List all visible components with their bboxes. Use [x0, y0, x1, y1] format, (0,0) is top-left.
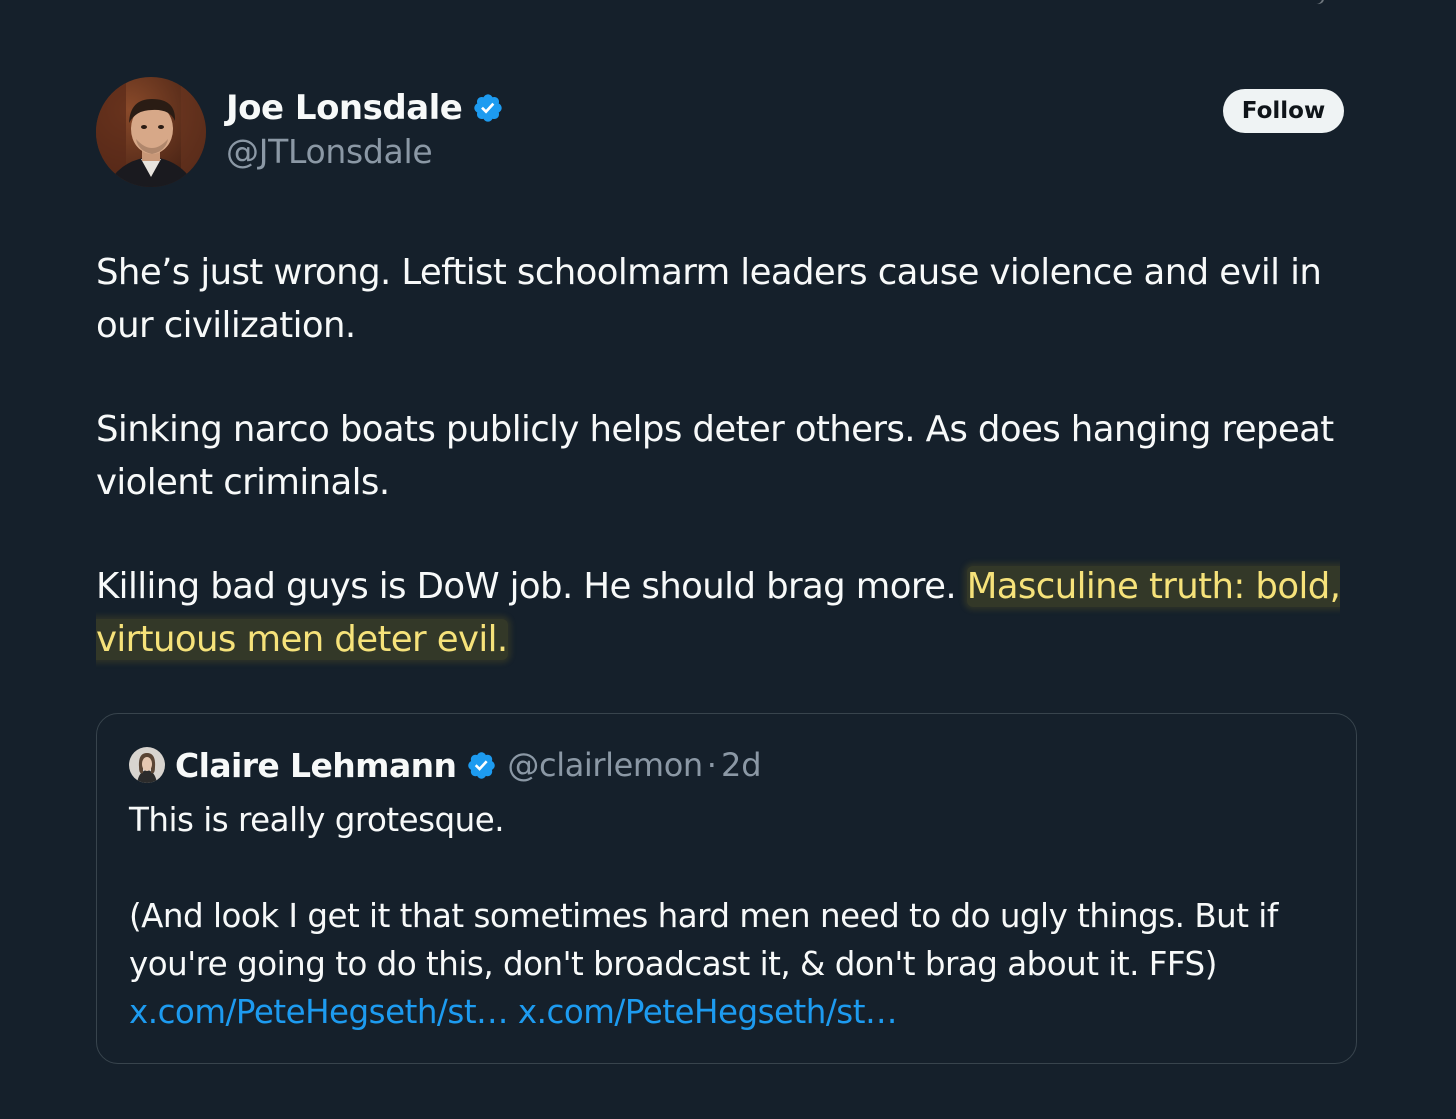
quoted-link-2[interactable]: x.com/PeteHegseth/st… [518, 993, 898, 1031]
tweet-text: She’s just wrong. Leftist schoolmarm lea… [96, 246, 1358, 717]
quoted-paragraph-2: (And look I get it that sometimes hard m… [129, 892, 1309, 1036]
verified-badge-icon [474, 94, 503, 122]
tweet-paragraph-1: She’s just wrong. Leftist schoolmarm lea… [96, 252, 1322, 346]
quoted-tweet-header: Claire Lehmann @clairlemon · 2d [129, 742, 762, 788]
quoted-paragraph-1: This is really grotesque. [129, 801, 505, 839]
tweet-page: Joe Lonsdale @JTLonsdale Follow She’s ju… [0, 0, 1456, 1119]
author-name-row: Joe Lonsdale [226, 88, 504, 128]
author-name[interactable]: Joe Lonsdale [226, 88, 463, 128]
quoted-tweet-time[interactable]: 2d [721, 746, 762, 784]
quoted-link-1[interactable]: x.com/PeteHegseth/st… [129, 993, 509, 1031]
quoted-author-avatar[interactable] [129, 747, 165, 783]
author-handle[interactable]: @JTLonsdale [226, 132, 433, 171]
follow-button[interactable]: Follow [1223, 89, 1344, 133]
tweet-paragraph-3: Killing bad guys is DoW job. He should b… [96, 560, 1358, 666]
author-avatar[interactable] [96, 77, 206, 187]
separator-dot: · [706, 746, 717, 784]
corner-fragment [1310, 0, 1326, 6]
tweet-paragraph-2: Sinking narco boats publicly helps deter… [96, 409, 1334, 503]
quoted-tweet-card[interactable]: Claire Lehmann @clairlemon · 2d This is … [96, 713, 1357, 1064]
quoted-author-name[interactable]: Claire Lehmann [175, 746, 457, 785]
quoted-tweet-text: This is really grotesque. (And look I ge… [129, 796, 1309, 1036]
tweet-paragraph-3-plain: Killing bad guys is DoW job. He should b… [96, 566, 957, 607]
quoted-paragraph-2-text: (And look I get it that sometimes hard m… [129, 897, 1278, 983]
verified-badge-icon [468, 751, 496, 779]
quoted-author-handle[interactable]: @clairlemon [507, 746, 703, 784]
